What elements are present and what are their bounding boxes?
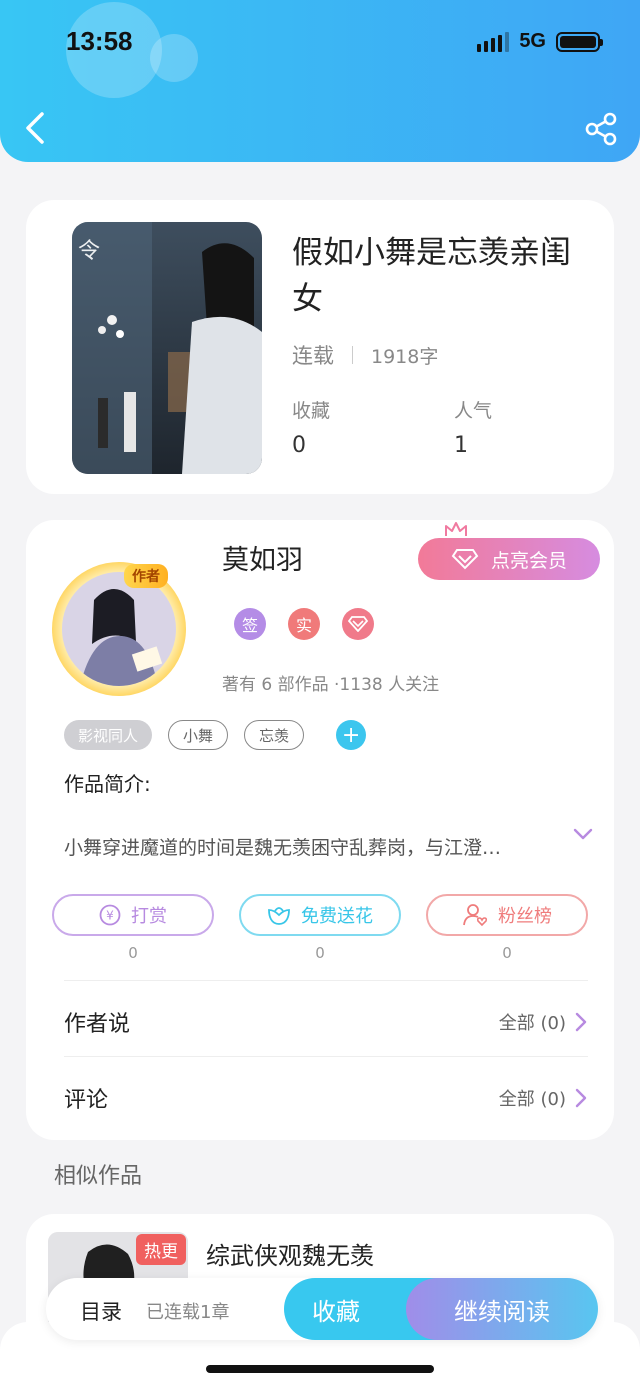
back-button[interactable]: [22, 110, 52, 146]
row-more-label: 全部 (0): [498, 1089, 566, 1110]
chevron-down-icon: [573, 828, 593, 840]
vip-button-label: 点亮会员: [490, 549, 567, 572]
tip-label: 打赏: [131, 906, 167, 927]
author-badge: 作者: [124, 564, 168, 588]
crown-icon: [445, 522, 467, 536]
author-name[interactable]: 莫如羽: [222, 538, 303, 577]
intro-text: 小舞穿进魔道的时间是魏无羡困守乱葬岗，与江澄…: [64, 837, 502, 859]
diamond-badge: [342, 608, 374, 640]
flower-label: 免费送花: [301, 906, 373, 927]
decor-bubble: [150, 34, 198, 82]
bottom-action-bar: 目录 已连载1章 收藏 继续阅读: [46, 1278, 598, 1340]
continue-label: 继续阅读: [454, 1297, 550, 1326]
status-icons: 5G: [477, 30, 603, 53]
network-label: 5G: [519, 30, 546, 52]
book-title: 假如小舞是忘羡亲闺女: [292, 235, 571, 317]
stat-favorites: 收藏 0: [292, 396, 330, 458]
signed-badge: 签: [234, 608, 266, 640]
book-meta: 连载 1918字: [292, 340, 438, 370]
row-title: 作者说: [64, 1012, 131, 1037]
tag[interactable]: 忘羡: [244, 720, 305, 750]
share-icon: [585, 112, 617, 146]
similar-title: 综武侠观魏无羡: [206, 1242, 374, 1270]
diamond-icon: [451, 549, 479, 570]
vip-membership-button[interactable]: 点亮会员: [418, 538, 600, 580]
continue-reading-button[interactable]: 继续阅读: [406, 1278, 598, 1340]
intro-label: 作品简介:: [64, 772, 151, 796]
send-flower-button[interactable]: 免费送花: [239, 894, 401, 936]
row-title: 评论: [64, 1088, 109, 1113]
fans-label: 粉丝榜: [498, 906, 552, 927]
table-of-contents-button[interactable]: 目录: [80, 1296, 122, 1326]
signal-icon: [477, 31, 510, 52]
fan-ranking-button[interactable]: 粉丝榜: [426, 894, 588, 936]
tip-count: 0: [128, 944, 138, 962]
chapter-status: 已连载1章: [146, 1302, 230, 1323]
favorite-label: 收藏: [312, 1297, 360, 1326]
book-status: 连载: [292, 344, 334, 368]
flower-count: 0: [315, 944, 325, 962]
status-time: 13:58: [66, 26, 133, 56]
tip-button[interactable]: ¥ 打赏: [52, 894, 214, 936]
home-indicator: [206, 1365, 434, 1373]
action-buttons: ¥ 打赏 0 免费送花 0 粉丝榜 0: [52, 894, 588, 962]
divider: [64, 980, 588, 981]
verified-badge: 实: [288, 608, 320, 640]
divider: [64, 1056, 588, 1057]
row-more: 全部 (0): [499, 1009, 588, 1035]
flower-icon: [268, 907, 290, 925]
comments-row[interactable]: 评论 全部 (0): [64, 1078, 588, 1118]
tag[interactable]: 影视同人: [64, 720, 153, 750]
book-word-count: 1918字: [371, 345, 439, 368]
svg-text:¥: ¥: [106, 909, 114, 923]
tag[interactable]: 小舞: [168, 720, 229, 750]
author-badges: 签 实: [234, 608, 374, 640]
hot-update-badge: 热更: [136, 1234, 186, 1265]
stat-value: 0: [292, 433, 306, 458]
add-tag-button[interactable]: +: [336, 720, 367, 750]
stat-label: 收藏: [292, 400, 331, 422]
row-more: 全部 (0): [499, 1085, 588, 1111]
expand-intro-button[interactable]: [572, 824, 594, 844]
tag-list: 影视同人 小舞 忘羡 +: [64, 720, 367, 750]
row-more-label: 全部 (0): [498, 1013, 566, 1034]
author-card: 作者 莫如羽 点亮会员 签 实 著有 6 部作品 ·1138 人关注 影视同人 …: [26, 520, 614, 1140]
plus-icon: +: [341, 722, 361, 748]
yuan-coin-icon: ¥: [99, 904, 121, 926]
stat-value: 1: [454, 433, 468, 458]
chevron-right-icon: [575, 1088, 587, 1108]
fans-action: 粉丝榜 0: [426, 894, 588, 962]
similar-section-title: 相似作品: [54, 1164, 143, 1189]
user-heart-icon: [463, 904, 488, 927]
book-info-card: 令 假如小舞是忘羡亲闺女 连载 1918字 收藏 0 人气 1: [26, 200, 614, 494]
meta-divider: [352, 346, 353, 364]
tip-action: ¥ 打赏 0: [52, 894, 214, 962]
diamond-icon: [348, 616, 368, 632]
battery-icon: [556, 31, 603, 52]
book-cover-image[interactable]: 令: [72, 222, 262, 474]
chevron-left-icon: [26, 112, 44, 144]
stat-label: 人气: [454, 400, 493, 422]
share-button[interactable]: [584, 112, 618, 146]
stat-popularity: 人气 1: [454, 396, 492, 458]
fans-count: 0: [502, 944, 512, 962]
svg-text:令: 令: [78, 239, 100, 264]
chevron-right-icon: [575, 1012, 587, 1032]
author-stats: 著有 6 部作品 ·1138 人关注: [222, 675, 440, 695]
author-notes-row[interactable]: 作者说 全部 (0): [64, 1002, 588, 1042]
header-bar: 13:58 5G: [0, 0, 640, 162]
flower-action: 免费送花 0: [239, 894, 401, 962]
